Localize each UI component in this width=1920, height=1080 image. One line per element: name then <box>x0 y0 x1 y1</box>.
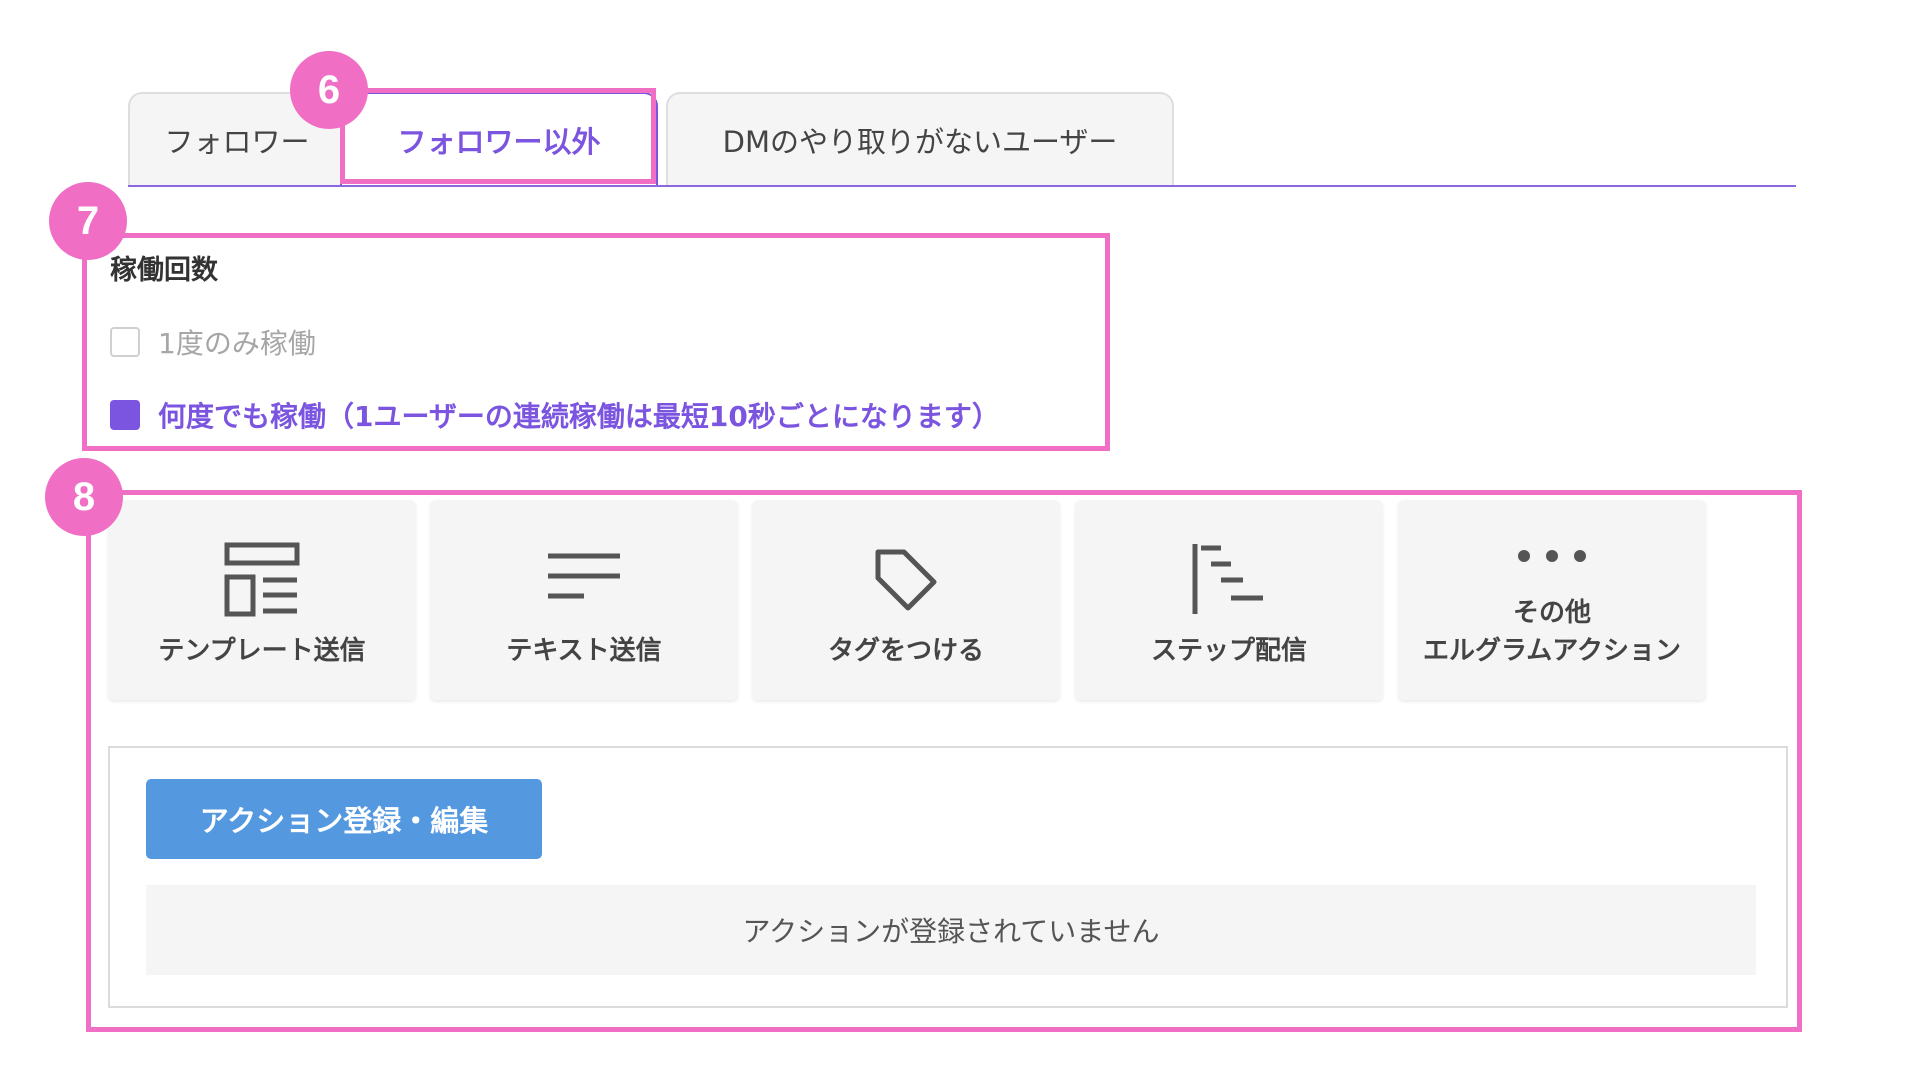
option-repeat[interactable]: 何度でも稼働（1ユーザーの連続稼働は最短10秒ごとになります） <box>110 395 1000 435</box>
action-card-template[interactable]: テンプレート送信 <box>108 500 416 700</box>
action-card-text[interactable]: テキスト送信 <box>430 500 738 700</box>
action-card-label: その他 エルグラムアクション <box>1398 594 1706 670</box>
tab-underline <box>128 185 1796 187</box>
tag-icon <box>752 546 1060 614</box>
action-card-label-line2: エルグラムアクション <box>1423 636 1681 666</box>
callout-badge-8: 8 <box>45 458 123 536</box>
action-card-label-line1: その他 <box>1512 598 1591 628</box>
tab-non-followers[interactable]: フォロワー以外 <box>340 92 658 186</box>
action-card-label: テキスト送信 <box>506 636 662 666</box>
action-card-label: ステップ配信 <box>1150 636 1307 666</box>
callout-badge-7: 7 <box>49 182 127 260</box>
empty-actions-message: アクションが登録されていません <box>146 885 1756 975</box>
checkbox-repeat[interactable] <box>110 400 140 430</box>
tab-label: DMのやり取りがないユーザー <box>722 125 1118 159</box>
frequency-title: 稼働回数 <box>110 255 218 286</box>
option-repeat-label: 何度でも稼働（1ユーザーの連続稼働は最短10秒ごとになります） <box>158 400 1000 433</box>
template-icon <box>108 542 416 618</box>
action-card-label: テンプレート送信 <box>158 636 366 666</box>
action-card-step[interactable]: ステップ配信 <box>1075 500 1383 700</box>
option-once[interactable]: 1度のみ稼働 <box>110 322 316 362</box>
action-card-other[interactable]: その他 エルグラムアクション <box>1398 500 1706 700</box>
more-dots-icon <box>1398 548 1706 564</box>
step-delivery-icon <box>1075 542 1383 616</box>
register-edit-action-button[interactable]: アクション登録・編集 <box>146 779 542 859</box>
tab-no-dm-users[interactable]: DMのやり取りがないユーザー <box>666 92 1174 186</box>
checkbox-once[interactable] <box>110 327 140 357</box>
action-card-tag[interactable]: タグをつける <box>752 500 1060 700</box>
action-card-label: タグをつける <box>827 636 984 666</box>
text-lines-icon <box>430 552 738 604</box>
tab-label: フォロワー <box>164 125 310 159</box>
callout-badge-6: 6 <box>290 51 368 129</box>
page-canvas: フォロワー DMのやり取りがないユーザー フォロワー以外 6 稼働回数 1度のみ… <box>0 0 1920 1080</box>
tab-label: フォロワー以外 <box>397 125 601 159</box>
option-once-label: 1度のみ稼働 <box>158 327 316 360</box>
